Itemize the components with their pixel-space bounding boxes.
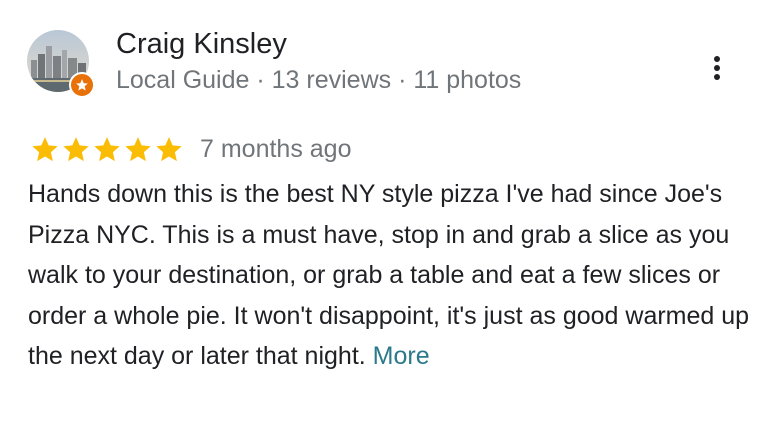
more-button[interactable]: More: [373, 342, 430, 370]
review-card: Craig Kinsley Local Guide · 13 reviews ·…: [0, 0, 778, 438]
local-guide-star-icon: [69, 72, 95, 98]
star-icon: [156, 137, 182, 162]
star-icon: [32, 137, 58, 162]
reviewer-avatar-container[interactable]: [27, 30, 95, 98]
star-icon: [94, 137, 120, 162]
star-rating: [30, 134, 184, 164]
rating-row: 7 months ago: [30, 132, 352, 166]
reviewer-meta[interactable]: Local Guide · 13 reviews · 11 photos: [116, 64, 521, 96]
review-text: Hands down this is the best NY style piz…: [28, 174, 758, 377]
star-icon: [125, 137, 151, 162]
review-date: 7 months ago: [200, 135, 352, 163]
reviewer-name[interactable]: Craig Kinsley: [116, 26, 287, 62]
more-vertical-icon[interactable]: [700, 48, 734, 88]
star-icon: [63, 137, 89, 162]
